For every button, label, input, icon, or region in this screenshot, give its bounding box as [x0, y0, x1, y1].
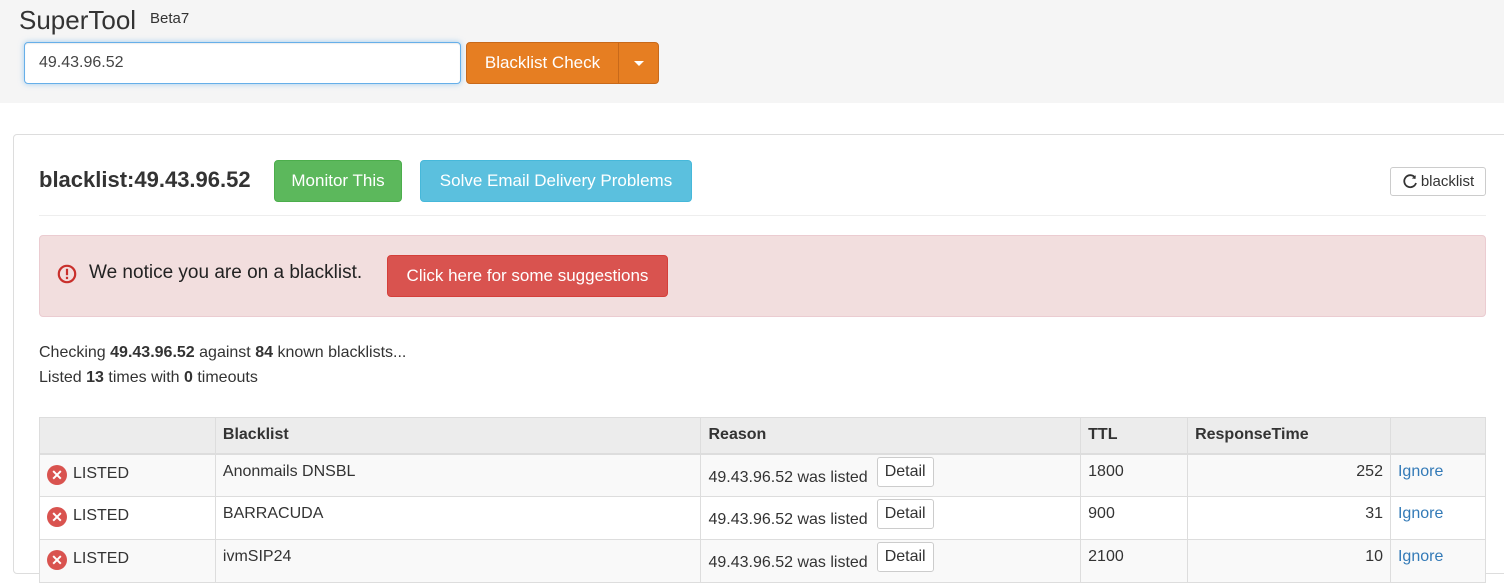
ttl-cell: 2100	[1080, 539, 1189, 583]
summary-text: known blacklists...	[277, 344, 407, 361]
status-cell: ✕ LISTED	[39, 453, 216, 497]
status-label: LISTED	[73, 550, 130, 567]
solve-problems-button[interactable]: Solve Email Delivery Problems	[420, 160, 692, 202]
app-title: SuperTool	[19, 5, 137, 35]
status-cell: ✕ LISTED	[39, 496, 216, 540]
table-row: ✕ LISTED BARRACUDA 49.43.96.52 was listed…	[39, 496, 1487, 540]
action-cell: Ignore	[1389, 539, 1487, 583]
summary-ip: 49.43.96.52	[110, 344, 195, 361]
column-header-action	[1389, 417, 1487, 455]
dropdown-toggle-button[interactable]	[618, 42, 659, 84]
status-label: LISTED	[73, 507, 130, 524]
summary-line-checking: Checking 49.43.96.52 against 84 known bl…	[39, 344, 406, 362]
summary-text: Listed	[39, 369, 82, 386]
result-title: blacklist:49.43.96.52	[39, 167, 251, 192]
reason-text: 49.43.96.52 was listed	[708, 468, 868, 486]
summary-text: timeouts	[197, 369, 258, 386]
caret-down-icon	[633, 60, 644, 66]
response-time-cell: 10	[1187, 539, 1391, 583]
table-row: ✕ LISTED ivmSIP24 49.43.96.52 was listed D…	[39, 539, 1487, 583]
column-header-reason[interactable]: Reason	[700, 417, 1082, 455]
ignore-link[interactable]: Ignore	[1398, 548, 1443, 565]
refresh-icon	[1403, 173, 1417, 188]
refresh-label: blacklist	[1420, 173, 1475, 190]
x-circle-icon: ✕	[47, 550, 67, 570]
summary-line-listed: Listed 13 times with 0 timeouts	[39, 369, 258, 387]
refresh-button[interactable]: blacklist	[1390, 167, 1486, 196]
summary-text: times with	[108, 369, 180, 386]
x-circle-icon: ✕	[47, 464, 67, 485]
exclamation-circle-icon	[57, 264, 77, 284]
monitor-button[interactable]: Monitor This	[274, 160, 402, 202]
column-header-ttl[interactable]: TTL	[1080, 417, 1189, 455]
summary-listed-count: 13	[86, 369, 104, 386]
blacklist-name: BARRACUDA	[214, 496, 702, 540]
blacklist-name: Anonmails DNSBL	[214, 453, 702, 497]
summary-text: Checking	[39, 344, 106, 361]
ttl-cell: 1800	[1080, 453, 1189, 497]
detail-button[interactable]: Detail	[876, 499, 934, 529]
ignore-link[interactable]: Ignore	[1398, 505, 1443, 522]
summary-blacklist-count: 84	[255, 344, 273, 361]
ignore-link[interactable]: Ignore	[1398, 463, 1443, 480]
column-header-status	[39, 417, 216, 455]
detail-button[interactable]: Detail	[876, 542, 934, 572]
blacklist-name: ivmSIP24	[214, 539, 702, 583]
reason-cell: 49.43.96.52 was listed Detail	[700, 496, 1082, 540]
blacklist-table: Blacklist Reason TTL ResponseTime ✕ LISTE…	[39, 417, 1487, 583]
summary-timeouts-count: 0	[183, 369, 193, 386]
status-label: LISTED	[73, 464, 130, 482]
divider	[39, 215, 1486, 216]
version-label: Beta7	[150, 10, 190, 27]
status-cell: ✕ LISTED	[39, 539, 216, 583]
response-time-cell: 31	[1187, 496, 1391, 540]
column-header-response-time[interactable]: ResponseTime	[1187, 417, 1391, 455]
x-circle-icon: ✕	[47, 507, 67, 527]
response-time-cell: 252	[1187, 453, 1391, 497]
reason-text: 49.43.96.52 was listed	[708, 511, 868, 529]
summary-text: against	[199, 344, 251, 361]
search-input[interactable]	[24, 42, 461, 84]
action-cell: Ignore	[1389, 496, 1487, 540]
ttl-cell: 900	[1080, 496, 1189, 540]
detail-button[interactable]: Detail	[876, 456, 934, 487]
alert-message: We notice you are on a blacklist.	[89, 262, 363, 283]
action-cell: Ignore	[1389, 453, 1487, 497]
reason-cell: 49.43.96.52 was listed Detail	[700, 453, 1082, 497]
suggestions-button[interactable]: Click here for some suggestions	[387, 255, 668, 297]
column-header-blacklist[interactable]: Blacklist	[214, 417, 702, 455]
table-header-row: Blacklist Reason TTL ResponseTime	[39, 417, 1487, 455]
table-row: ✕ LISTED Anonmails DNSBL 49.43.96.52 was …	[39, 453, 1487, 497]
reason-cell: 49.43.96.52 was listed Detail	[700, 539, 1082, 583]
blacklist-check-button[interactable]: Blacklist Check	[466, 42, 619, 84]
reason-text: 49.43.96.52 was listed	[708, 554, 868, 572]
